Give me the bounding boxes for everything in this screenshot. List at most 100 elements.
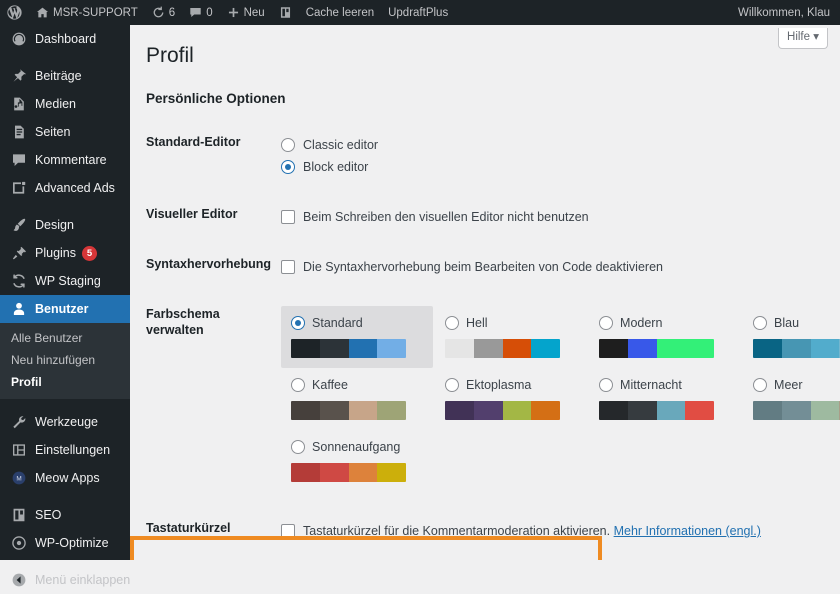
checkbox-option-keyboard-shortcuts[interactable]: Tastaturkürzel für die Kommentarmoderati… — [281, 520, 840, 542]
yoast-seo-icon — [279, 6, 292, 19]
color-scheme-hell-head: Hell — [445, 314, 577, 332]
sidebar-item-wp-staging[interactable]: WP Staging — [0, 267, 130, 295]
sidebar-subitem-neu-hinzufuegen[interactable]: Neu hinzufügen — [0, 349, 130, 371]
sidebar-item-wp-optimize[interactable]: WP-Optimize — [0, 529, 130, 557]
sidebar-submenu-benutzer: Alle Benutzer Neu hinzufügen Profil — [0, 323, 130, 399]
radio-scheme-hell[interactable] — [445, 316, 460, 330]
checkbox-syntax-highlighting[interactable] — [281, 260, 296, 274]
adminbar-yoast[interactable] — [272, 0, 299, 25]
sidebar-item-label: Medien — [35, 97, 76, 111]
updates-icon — [152, 6, 165, 19]
radio-scheme-modern[interactable] — [599, 316, 614, 330]
sidebar-item-label: Benutzer — [35, 302, 89, 316]
color-scheme-ektoplasma[interactable]: Ektoplasma — [435, 368, 587, 430]
adminbar-updraftplus[interactable]: UpdraftPlus — [381, 0, 455, 25]
sidebar-item-meow-apps[interactable]: M Meow Apps — [0, 464, 130, 492]
sidebar-collapse-label: Menü einklappen — [35, 573, 131, 587]
sidebar-subitem-alle-benutzer[interactable]: Alle Benutzer — [0, 327, 130, 349]
sidebar-item-einstellungen[interactable]: Einstellungen — [0, 436, 130, 464]
color-scheme-blau-head: Blau — [753, 314, 840, 332]
sidebar-item-seiten[interactable]: Seiten — [0, 118, 130, 146]
radio-option-block-editor[interactable]: Block editor — [281, 156, 840, 178]
color-scheme-mitternacht[interactable]: Mitternacht — [589, 368, 741, 430]
color-scheme-kaffee[interactable]: Kaffee — [281, 368, 433, 430]
tools-wrench-icon — [9, 413, 28, 432]
sidebar-item-beitraege[interactable]: Beiträge — [0, 62, 130, 90]
radio-option-classic-editor[interactable]: Classic editor — [281, 134, 840, 156]
plus-icon — [227, 6, 240, 19]
checkbox-label-visual-editor: Beim Schreiben den visuellen Editor nich… — [303, 210, 589, 224]
sidebar-collapse-menu-button[interactable]: Menü einklappen — [0, 566, 130, 594]
radio-block-editor[interactable] — [281, 160, 296, 174]
adminbar-comments[interactable]: 0 — [182, 0, 219, 25]
adminbar-my-account[interactable]: Willkommen, Klau — [731, 0, 840, 25]
label-color-scheme: Farbschema verwalten — [146, 307, 220, 337]
color-scheme-modern[interactable]: Modern — [589, 306, 741, 368]
sidebar-item-kommentare[interactable]: Kommentare — [0, 146, 130, 174]
radio-scheme-mitternacht[interactable] — [599, 378, 614, 392]
sidebar-item-seo[interactable]: SEO — [0, 501, 130, 529]
swatch — [445, 401, 474, 420]
users-icon — [9, 300, 28, 319]
checkbox-option-visual-editor[interactable]: Beim Schreiben den visuellen Editor nich… — [281, 206, 840, 228]
adminbar-cache-label: Cache leeren — [305, 6, 375, 19]
color-scheme-name: Sonnenaufgang — [312, 440, 401, 454]
checkbox-visual-editor[interactable] — [281, 210, 296, 224]
sidebar-item-plugins[interactable]: Plugins 5 — [0, 239, 130, 267]
label-keyboard-shortcuts: Tastaturkürzel — [146, 521, 231, 535]
checkbox-keyboard-shortcuts[interactable] — [281, 524, 296, 538]
field-color-scheme: Standard Hell Modern Blau Kaffee Ektopla… — [281, 292, 840, 506]
yoast-seo-icon — [9, 506, 28, 525]
adminbar-site-name[interactable]: MSR-SUPPORT — [29, 0, 145, 25]
collapse-arrow-icon — [9, 571, 28, 590]
sidebar-item-werkzeuge[interactable]: Werkzeuge — [0, 408, 130, 436]
adminbar-new-label: Neu — [243, 6, 265, 19]
swatch — [319, 401, 349, 420]
adminbar-wp-logo[interactable] — [0, 0, 29, 25]
settings-icon — [9, 441, 28, 460]
color-scheme-palette — [291, 339, 407, 358]
color-scheme-standard[interactable]: Standard — [281, 306, 434, 368]
form-row-visual-editor: Visueller Editor Beim Schreiben den visu… — [130, 192, 840, 242]
form-row-syntax-highlighting: Syntaxhervorhebung Die Syntaxhervorhebun… — [130, 242, 840, 292]
swatch — [753, 339, 782, 358]
radio-scheme-standard[interactable] — [291, 316, 306, 330]
swatch — [685, 401, 715, 420]
radio-scheme-ektoplasma[interactable] — [445, 378, 460, 392]
swatch — [348, 401, 378, 420]
color-scheme-grid: Standard Hell Modern Blau Kaffee Ektopla… — [281, 306, 840, 492]
swatch — [291, 339, 320, 358]
color-scheme-blau[interactable]: Blau — [743, 306, 840, 368]
color-scheme-hell[interactable]: Hell — [435, 306, 587, 368]
svg-text:M: M — [16, 476, 21, 483]
sidebar-separator — [0, 202, 130, 211]
color-scheme-sonnenaufgang[interactable]: Sonnenaufgang — [281, 430, 433, 492]
sidebar-item-medien[interactable]: Medien — [0, 90, 130, 118]
swatch — [291, 401, 320, 420]
sidebar-item-label: WP-Optimize — [35, 536, 109, 550]
sidebar-item-dashboard[interactable]: Dashboard — [0, 25, 130, 53]
adminbar-site-name-label: MSR-SUPPORT — [53, 6, 138, 19]
radio-scheme-blau[interactable] — [753, 316, 768, 330]
sidebar-subitem-profil[interactable]: Profil — [0, 371, 130, 393]
adminbar-updates[interactable]: 6 — [145, 0, 182, 25]
sidebar-item-design[interactable]: Design — [0, 211, 130, 239]
sidebar-item-benutzer[interactable]: Benutzer — [0, 295, 130, 323]
color-scheme-modern-head: Modern — [599, 314, 731, 332]
comment-icon — [9, 151, 28, 170]
checkbox-option-syntax-highlighting[interactable]: Die Syntaxhervorhebung beim Bearbeiten v… — [281, 256, 840, 278]
swatch — [810, 339, 840, 358]
more-information-link[interactable]: Mehr Informationen (engl.) — [614, 524, 761, 538]
radio-classic-editor[interactable] — [281, 138, 296, 152]
color-scheme-meer[interactable]: Meer — [743, 368, 840, 430]
color-scheme-palette — [445, 339, 561, 358]
radio-scheme-sonnenaufgang[interactable] — [291, 440, 306, 454]
sidebar-item-advanced-ads[interactable]: Advanced Ads — [0, 174, 130, 202]
field-visual-editor: Beim Schreiben den visuellen Editor nich… — [281, 192, 840, 242]
radio-scheme-kaffee[interactable] — [291, 378, 306, 392]
help-tab-button[interactable]: Hilfe ▾ — [778, 28, 828, 49]
field-toolbar: Werkzeugleiste für mich auf der Website … — [281, 556, 840, 560]
adminbar-cache-clear[interactable]: Cache leeren — [299, 0, 381, 25]
radio-scheme-meer[interactable] — [753, 378, 768, 392]
adminbar-new-content[interactable]: Neu — [220, 0, 272, 25]
